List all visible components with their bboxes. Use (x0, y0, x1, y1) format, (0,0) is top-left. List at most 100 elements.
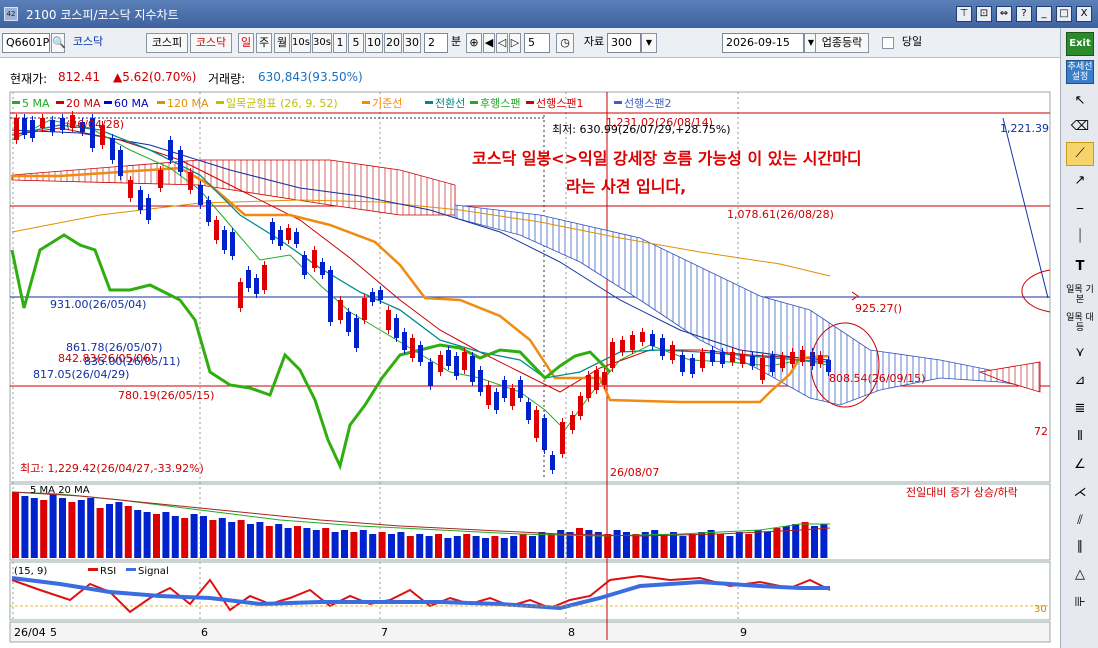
candle-body (630, 335, 635, 350)
candle-body (346, 312, 351, 332)
horizontal-line-icon[interactable]: ⎯ (1066, 198, 1094, 222)
layout-icon[interactable]: ⊡ (976, 6, 992, 22)
first-icon[interactable]: ◀ (483, 33, 495, 53)
step-input[interactable]: 5 (524, 33, 550, 53)
volume-bar (604, 534, 612, 558)
volume-bar (87, 498, 95, 558)
signal-legend-swatch (126, 568, 136, 571)
sector-button[interactable]: 업종등락 (815, 33, 869, 53)
ichimoku-base-button[interactable]: 일목 기본 (1066, 284, 1094, 310)
close-icon[interactable]: X (1076, 6, 1092, 22)
volume-bar (632, 534, 640, 558)
x-axis-label-3: 7 (381, 626, 388, 639)
volume-bar (359, 530, 367, 558)
label-72: 72 (1034, 425, 1048, 438)
min5-button[interactable]: 5 (348, 33, 364, 53)
help-icon[interactable]: ? (1016, 6, 1032, 22)
chart-area[interactable]: 5 MA 20 MA 60 MA 120 MA 일목균형표 (26, 9, 52) 기준선… (0, 58, 1060, 648)
link-icon[interactable]: ⇔ (996, 6, 1012, 22)
volume-bar (463, 534, 471, 558)
candle-body (214, 220, 219, 240)
speed-line-icon[interactable]: ⫽ (1066, 510, 1094, 534)
candle-body (690, 358, 695, 374)
exit-button[interactable]: Exit (1066, 32, 1094, 56)
minimize-icon[interactable]: _ (1036, 6, 1052, 22)
candle-body (446, 350, 451, 366)
period-30s-button[interactable]: 30s (312, 33, 332, 53)
volume-bar (792, 524, 800, 558)
trendline-setting-button[interactable]: 추세선 설정 (1066, 60, 1094, 84)
eraser-icon[interactable]: ⌫ (1066, 116, 1094, 140)
symbol-name: 코스닥 (72, 35, 104, 48)
data-count-input[interactable]: 300 (607, 33, 641, 53)
triangle-icon[interactable]: △ (1066, 564, 1094, 588)
clock-icon[interactable]: ◷ (556, 33, 574, 53)
ray-line-icon[interactable]: ↗ (1066, 170, 1094, 194)
x-axis-label-2: 6 (201, 626, 208, 639)
candle-body (526, 402, 531, 420)
min10-button[interactable]: 10 (365, 33, 383, 53)
n-minute-input[interactable]: 2 (424, 33, 448, 53)
andrews-pitchfork-icon[interactable]: ⊪ (1066, 592, 1094, 616)
fibo-time-icon[interactable]: ⦀ (1066, 426, 1094, 450)
legend-label: 전환선 (435, 97, 465, 110)
search-icon[interactable]: 🔍 (51, 33, 66, 53)
next-icon[interactable]: ▷ (509, 33, 521, 53)
fibo-retracement-icon[interactable]: ≣ (1066, 398, 1094, 422)
label-low: 최저: 630.99(26/07/29,+28.75%) (552, 123, 731, 136)
period-weekly-button[interactable]: 주 (256, 33, 272, 53)
legend-swatch (362, 101, 370, 104)
parallel-line-icon[interactable]: ∥ (1066, 536, 1094, 560)
candle-body (578, 396, 583, 416)
rsi-legend-prefix: (15, 9) (14, 566, 47, 577)
volume-bar (500, 538, 508, 558)
candle-body (818, 355, 823, 364)
candle-body (378, 290, 383, 300)
volume-bar (378, 532, 386, 558)
cursor-icon[interactable]: ↖ (1066, 90, 1094, 114)
period-monthly-button[interactable]: 월 (274, 33, 290, 53)
fan-icon[interactable]: ⋎ (1066, 342, 1094, 366)
trendline-icon[interactable]: ⟋ (1066, 142, 1094, 166)
min20-button[interactable]: 20 (384, 33, 402, 53)
legend-swatch (12, 101, 20, 104)
kosdaq-button[interactable]: 코스닥 (190, 33, 232, 53)
volume-bar (679, 536, 687, 558)
period-daily-button[interactable]: 일 (238, 33, 254, 53)
min1-button[interactable]: 1 (333, 33, 347, 53)
candle-body (594, 370, 599, 390)
candle-body (402, 332, 407, 350)
candle-body (146, 198, 151, 220)
kospi-button[interactable]: 코스피 (146, 33, 188, 53)
date-input[interactable]: 2026-09-15 (722, 33, 804, 53)
maximize-icon[interactable]: □ (1056, 6, 1072, 22)
text-tool-icon[interactable]: T (1066, 256, 1094, 280)
candle-body (50, 120, 55, 132)
volume-bar (200, 516, 207, 558)
data-count-dropdown-icon[interactable]: ▼ (641, 33, 657, 53)
fibo-fan-icon[interactable]: ⊿ (1066, 370, 1094, 394)
ichimoku-equiv-button[interactable]: 일목 대등 (1066, 312, 1094, 338)
code-input[interactable]: Q6601P (2, 33, 50, 53)
pin-icon[interactable]: ⊤ (956, 6, 972, 22)
min30-button[interactable]: 30 (403, 33, 421, 53)
vertical-line-icon[interactable]: ⏐ (1066, 226, 1094, 250)
legend-swatch (216, 101, 224, 104)
volume-bar (717, 534, 724, 558)
prev-icon[interactable]: ◁ (496, 33, 508, 53)
period-10s-button[interactable]: 10s (291, 33, 311, 53)
x-axis-label-4: 8 (568, 626, 575, 639)
gann-grid-icon[interactable]: ⋌ (1066, 482, 1094, 506)
candle-body (710, 350, 715, 362)
candle-body (660, 338, 665, 356)
volume-bar (491, 536, 499, 558)
today-checkbox[interactable] (882, 37, 894, 49)
chart-toolbar: Q6601P 🔍 코스닥 코스피 코스닥 일 주 월 10s 30s 1 5 1… (0, 28, 1060, 58)
headline-line2: 라는 사견 입니다, (566, 177, 686, 196)
label-max: 최고: 1,229.42(26/04/27,-33.92%) (20, 462, 204, 475)
label-1078: 1,078.61(26/08/28) (727, 208, 834, 221)
volume-bar (397, 532, 405, 558)
zoom-icon[interactable]: ⊕ (466, 33, 482, 53)
candle-body (650, 334, 655, 346)
gann-fan-icon[interactable]: ∠ (1066, 454, 1094, 478)
